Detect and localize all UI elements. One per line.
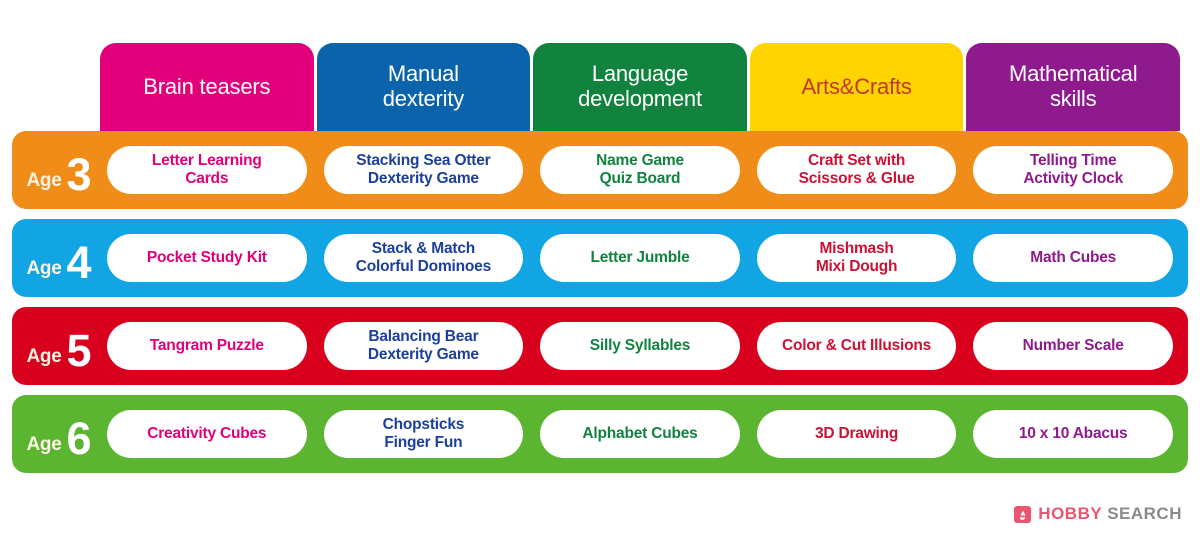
column-header-2[interactable]: Language development [533,43,747,131]
cell: 3D Drawing [750,410,964,458]
age-label: Age 6 [12,412,100,461]
cell: Stack & Match Colorful Dominoes [317,234,531,282]
age-label: Age 5 [12,324,100,373]
product-label: 10 x 10 Abacus [1018,425,1128,443]
cell: Letter Learning Cards [100,146,314,194]
column-header-label: Brain teasers [143,73,271,99]
age-number: 6 [66,412,92,464]
age-number: 3 [66,148,92,200]
product-pill[interactable]: Craft Set with Scissors & Glue [756,146,957,194]
product-label: Math Cubes [1030,249,1117,267]
column-header-1[interactable]: Manual dexterity [316,43,531,131]
cell: Letter Jumble [533,234,747,282]
product-pill[interactable]: Number Scale [973,322,1173,370]
age-row-cells: Pocket Study Kit Stack & Match Colorful D… [100,234,1188,282]
cell: Silly Syllables [533,322,747,370]
product-label: Stack & Match Colorful Dominoes [355,240,492,275]
age-rows: Age 3 Letter Learning Cards Stacking Sea Ot… [12,131,1188,483]
product-label: Letter Jumble [590,249,690,267]
product-pill[interactable]: 3D Drawing [756,410,957,458]
product-pill[interactable]: Tangram Puzzle [107,322,307,370]
product-label: Creativity Cubes [147,425,267,443]
product-label: Color & Cut Illusions [782,337,932,355]
column-header-label: Mathematical skills [1008,61,1138,111]
cell: Alphabet Cubes [533,410,747,458]
cell: Balancing Bear Dexterity Game [317,322,531,370]
age-label: Age 3 [12,148,100,197]
column-header-3[interactable]: Arts&Crafts [749,43,964,131]
product-pill[interactable]: Balancing Bear Dexterity Game [323,322,524,370]
column-header-0[interactable]: Brain teasers [100,43,314,131]
age-label: Age 4 [12,236,100,285]
age-word: Age [26,345,62,367]
hobby-search-logo: HOBBY SEARCH [1014,504,1182,524]
age-category-chart: Brain teasers Manual dexterity Language de… [0,0,1200,538]
product-pill[interactable]: Mishmash Mixi Dough [756,234,957,282]
product-label: Letter Learning Cards [151,152,262,187]
age-row-5: Age 5 Tangram Puzzle Balancing Bear Dexteri… [12,307,1188,385]
cell: Stacking Sea Otter Dexterity Game [317,146,531,194]
age-row-cells: Letter Learning Cards Stacking Sea Otter … [100,146,1188,194]
cell: Color & Cut Illusions [750,322,964,370]
product-pill[interactable]: Alphabet Cubes [540,410,740,458]
product-label: Tangram Puzzle [149,337,264,355]
product-pill[interactable]: Silly Syllables [540,322,740,370]
logo-secondary: SEARCH [1107,504,1182,523]
product-label: Craft Set with Scissors & Glue [798,152,915,187]
column-header-row: Brain teasers Manual dexterity Language de… [100,43,1180,131]
cell: Mishmash Mixi Dough [750,234,964,282]
logo-primary: HOBBY [1038,504,1103,523]
age-number: 5 [66,324,92,376]
cell: Tangram Puzzle [100,322,314,370]
product-label: Balancing Bear Dexterity Game [367,328,479,363]
product-pill[interactable]: Chopsticks Finger Fun [323,410,524,458]
cell: 10 x 10 Abacus [966,410,1180,458]
product-label: Pocket Study Kit [146,249,267,267]
logo-text: HOBBY SEARCH [1038,504,1182,524]
age-row-cells: Creativity Cubes Chopsticks Finger Fun Alp… [100,410,1188,458]
product-label: Number Scale [1022,337,1124,355]
age-word: Age [26,257,62,279]
product-pill[interactable]: Letter Learning Cards [107,146,307,194]
product-label: Name Game Quiz Board [596,152,684,187]
age-word: Age [26,433,62,455]
product-pill[interactable]: Letter Jumble [540,234,740,282]
cell: Chopsticks Finger Fun [317,410,531,458]
column-header-label: Arts&Crafts [801,73,912,99]
product-pill[interactable]: Color & Cut Illusions [756,322,957,370]
age-number: 4 [66,236,92,288]
product-pill[interactable]: Pocket Study Kit [107,234,307,282]
product-label: Alphabet Cubes [582,425,698,443]
product-pill[interactable]: Name Game Quiz Board [540,146,740,194]
product-label: Silly Syllables [589,337,691,355]
cell: Pocket Study Kit [100,234,314,282]
cell: Creativity Cubes [100,410,314,458]
product-label: Telling Time Activity Clock [1023,152,1124,187]
product-pill[interactable]: 10 x 10 Abacus [973,410,1173,458]
product-pill[interactable]: Telling Time Activity Clock [973,146,1173,194]
product-label: Stacking Sea Otter Dexterity Game [356,152,491,187]
column-header-label: Language development [578,61,702,111]
age-row-6: Age 6 Creativity Cubes Chopsticks Finger Fu… [12,395,1188,473]
cell: Number Scale [966,322,1180,370]
product-label: 3D Drawing [814,425,899,443]
cell: Craft Set with Scissors & Glue [750,146,964,194]
age-row-3: Age 3 Letter Learning Cards Stacking Sea Ot… [12,131,1188,209]
product-pill[interactable]: Creativity Cubes [107,410,307,458]
column-header-label: Manual dexterity [382,61,465,111]
age-row-4: Age 4 Pocket Study Kit Stack & Match Colorf… [12,219,1188,297]
age-word: Age [26,169,62,191]
product-pill[interactable]: Stack & Match Colorful Dominoes [323,234,524,282]
column-header-4[interactable]: Mathematical skills [966,43,1180,131]
cell: Name Game Quiz Board [533,146,747,194]
product-pill[interactable]: Stacking Sea Otter Dexterity Game [323,146,524,194]
cell: Telling Time Activity Clock [966,146,1180,194]
flame-icon [1014,505,1032,523]
product-label: Mishmash Mixi Dough [815,240,898,275]
product-label: Chopsticks Finger Fun [382,416,465,451]
cell: Math Cubes [966,234,1180,282]
age-row-cells: Tangram Puzzle Balancing Bear Dexterity G… [100,322,1188,370]
product-pill[interactable]: Math Cubes [973,234,1173,282]
